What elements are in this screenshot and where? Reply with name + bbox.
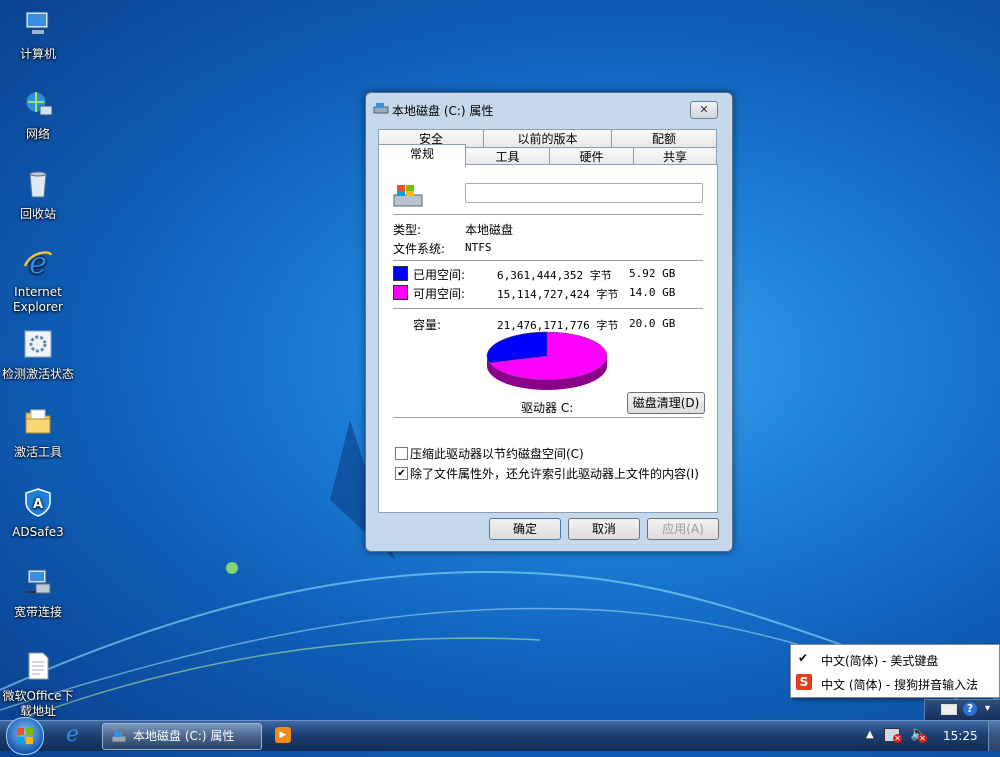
free-space-size: 14.0 GB bbox=[629, 286, 676, 299]
cancel-button[interactable]: 取消 bbox=[568, 518, 640, 540]
filesystem-value: NTFS bbox=[465, 241, 492, 254]
internet-explorer-icon: e bbox=[23, 246, 53, 281]
desktop-icon-label: 计算机 bbox=[19, 47, 56, 61]
window-title: 本地磁盘 (C:) 属性 bbox=[392, 104, 494, 118]
tab-previous-versions[interactable]: 以前的版本 bbox=[483, 129, 612, 148]
desktop-icon-broadband[interactable]: 宽带连接 bbox=[0, 566, 76, 620]
free-space-label: 可用空间: bbox=[413, 287, 466, 301]
window-titlebar[interactable]: 本地磁盘 (C:) 属性 ✕ bbox=[366, 93, 732, 123]
desktop-icon-label: 激活工具 bbox=[13, 445, 62, 459]
type-label: 类型: bbox=[393, 223, 422, 237]
broadband-connection-icon bbox=[26, 569, 51, 594]
desktop-icon-activation-check[interactable]: 检测激活状态 bbox=[0, 328, 76, 382]
tab-quota[interactable]: 配额 bbox=[611, 129, 717, 148]
compress-label[interactable]: 压缩此驱动器以节约磁盘空间(C) bbox=[410, 445, 584, 462]
network-error-badge-icon: ✕ bbox=[893, 734, 902, 743]
clock[interactable]: 15:25 bbox=[943, 729, 978, 743]
free-space-bytes: 15,114,727,424 字节 bbox=[497, 288, 619, 301]
disk-usage-pie-chart bbox=[486, 331, 608, 390]
ime-menu-item-sogou[interactable]: S 中文 (简体) - 搜狗拼音输入法 bbox=[791, 672, 999, 694]
close-button[interactable]: ✕ bbox=[690, 101, 718, 119]
properties-window: 本地磁盘 (C:) 属性 ✕ 安全 以前的版本 配额 常规 工具 硬件 共享 类… bbox=[365, 92, 733, 552]
ime-menu-item-label: 中文 (简体) - 搜狗拼音输入法 bbox=[821, 678, 979, 692]
divider bbox=[393, 214, 703, 215]
desktop-icon-network[interactable]: 网络 bbox=[0, 88, 76, 142]
apply-button[interactable]: 应用(A) bbox=[647, 518, 719, 540]
ime-menu-item-us-keyboard[interactable]: ✔ 中文(简体) - 美式键盘 bbox=[791, 648, 999, 670]
svg-text:A: A bbox=[33, 497, 43, 512]
ime-menu-item-label: 中文(简体) - 美式键盘 bbox=[821, 654, 939, 668]
taskbar: e 本地磁盘 (C:) 属性 ▶ ▲ ✕ 🔈 ✕ 15:25 bbox=[0, 717, 1000, 755]
drive-large-icon bbox=[393, 185, 423, 207]
tab-general[interactable]: 常规 bbox=[378, 144, 466, 167]
desktop-icon-label: 微软Office下载地址 bbox=[2, 689, 74, 718]
desktop-icon-label: 网络 bbox=[25, 127, 50, 141]
volume-mute-badge-icon: ✕ bbox=[918, 734, 927, 743]
language-bar: ? ▾ bbox=[924, 699, 1000, 721]
index-label[interactable]: 除了文件属性外，还允许索引此驱动器上文件的内容(I) bbox=[410, 465, 699, 482]
disk-cleanup-button[interactable]: 磁盘清理(D) bbox=[627, 392, 705, 414]
help-icon[interactable]: ? bbox=[963, 702, 977, 716]
start-button[interactable] bbox=[6, 717, 44, 755]
internet-explorer-taskbar-icon[interactable]: e bbox=[66, 723, 79, 747]
desktop-icon-label: 宽带连接 bbox=[13, 605, 62, 619]
options-arrow-icon[interactable]: ▾ bbox=[985, 703, 990, 714]
svg-text:e: e bbox=[29, 246, 47, 278]
filesystem-label: 文件系统: bbox=[393, 242, 446, 256]
used-space-size: 5.92 GB bbox=[629, 267, 676, 280]
desktop-icon-adsafe[interactable]: A ADSafe3 bbox=[0, 486, 76, 540]
drive-name-input[interactable] bbox=[465, 183, 703, 203]
desktop-icon-label: 检测激活状态 bbox=[1, 367, 74, 381]
compress-checkbox[interactable] bbox=[395, 447, 408, 460]
index-checkbox[interactable]: ✔ bbox=[395, 467, 408, 480]
desktop-icon-internet-explorer[interactable]: e Internet Explorer bbox=[0, 246, 76, 315]
sogou-icon: S bbox=[796, 674, 812, 690]
keyboard-icon[interactable] bbox=[941, 704, 957, 715]
used-space-bytes: 6,361,444,352 字节 bbox=[497, 269, 612, 282]
shield-icon: A bbox=[25, 488, 51, 517]
divider bbox=[393, 308, 703, 309]
network-icon bbox=[25, 91, 53, 116]
desktop-icon-label: ADSafe3 bbox=[12, 525, 64, 539]
general-tab-panel: 类型: 本地磁盘 文件系统: NTFS 已用空间: 6,361,444,352 … bbox=[378, 164, 718, 513]
drive-label: 驱动器 C: bbox=[521, 401, 574, 415]
taskbar-window-label: 本地磁盘 (C:) 属性 bbox=[133, 729, 235, 743]
capacity-label: 容量: bbox=[413, 318, 442, 332]
taskbar-window-button[interactable]: 本地磁盘 (C:) 属性 bbox=[102, 723, 262, 750]
desktop-icon-activation-tool[interactable]: 激活工具 bbox=[0, 406, 76, 460]
gear-icon bbox=[24, 330, 52, 358]
folder-icon bbox=[25, 409, 51, 434]
used-space-label: 已用空间: bbox=[413, 268, 466, 282]
capacity-size: 20.0 GB bbox=[629, 317, 676, 330]
divider bbox=[393, 260, 703, 261]
show-desktop-button[interactable] bbox=[988, 721, 1000, 751]
drive-icon bbox=[111, 732, 127, 743]
type-value: 本地磁盘 bbox=[465, 223, 514, 237]
tab-row-front: 常规 工具 硬件 共享 bbox=[378, 144, 717, 167]
desktop-icon-computer[interactable]: 计算机 bbox=[0, 8, 76, 62]
drive-icon bbox=[373, 103, 389, 114]
desktop-icon-office-download[interactable]: 微软Office下载地址 bbox=[0, 650, 76, 719]
show-hidden-icons-arrow[interactable]: ▲ bbox=[866, 729, 874, 740]
divider bbox=[393, 417, 703, 418]
desktop-icon-label: 回收站 bbox=[19, 207, 56, 221]
recycle-bin-icon bbox=[29, 171, 47, 198]
computer-icon bbox=[25, 11, 49, 34]
desktop-icon-label: Internet Explorer bbox=[13, 285, 63, 314]
desktop-icon-recycle-bin[interactable]: 回收站 bbox=[0, 168, 76, 222]
text-document-icon bbox=[28, 652, 49, 680]
used-space-swatch bbox=[393, 266, 408, 281]
free-space-swatch bbox=[393, 285, 408, 300]
ok-button[interactable]: 确定 bbox=[489, 518, 561, 540]
input-method-menu: ✔ 中文(简体) - 美式键盘 S 中文 (简体) - 搜狗拼音输入法 bbox=[790, 644, 1000, 698]
media-player-taskbar-icon[interactable]: ▶ bbox=[275, 727, 291, 743]
windows-logo-icon bbox=[17, 728, 33, 744]
checkmark-icon: ✔ bbox=[798, 651, 809, 665]
